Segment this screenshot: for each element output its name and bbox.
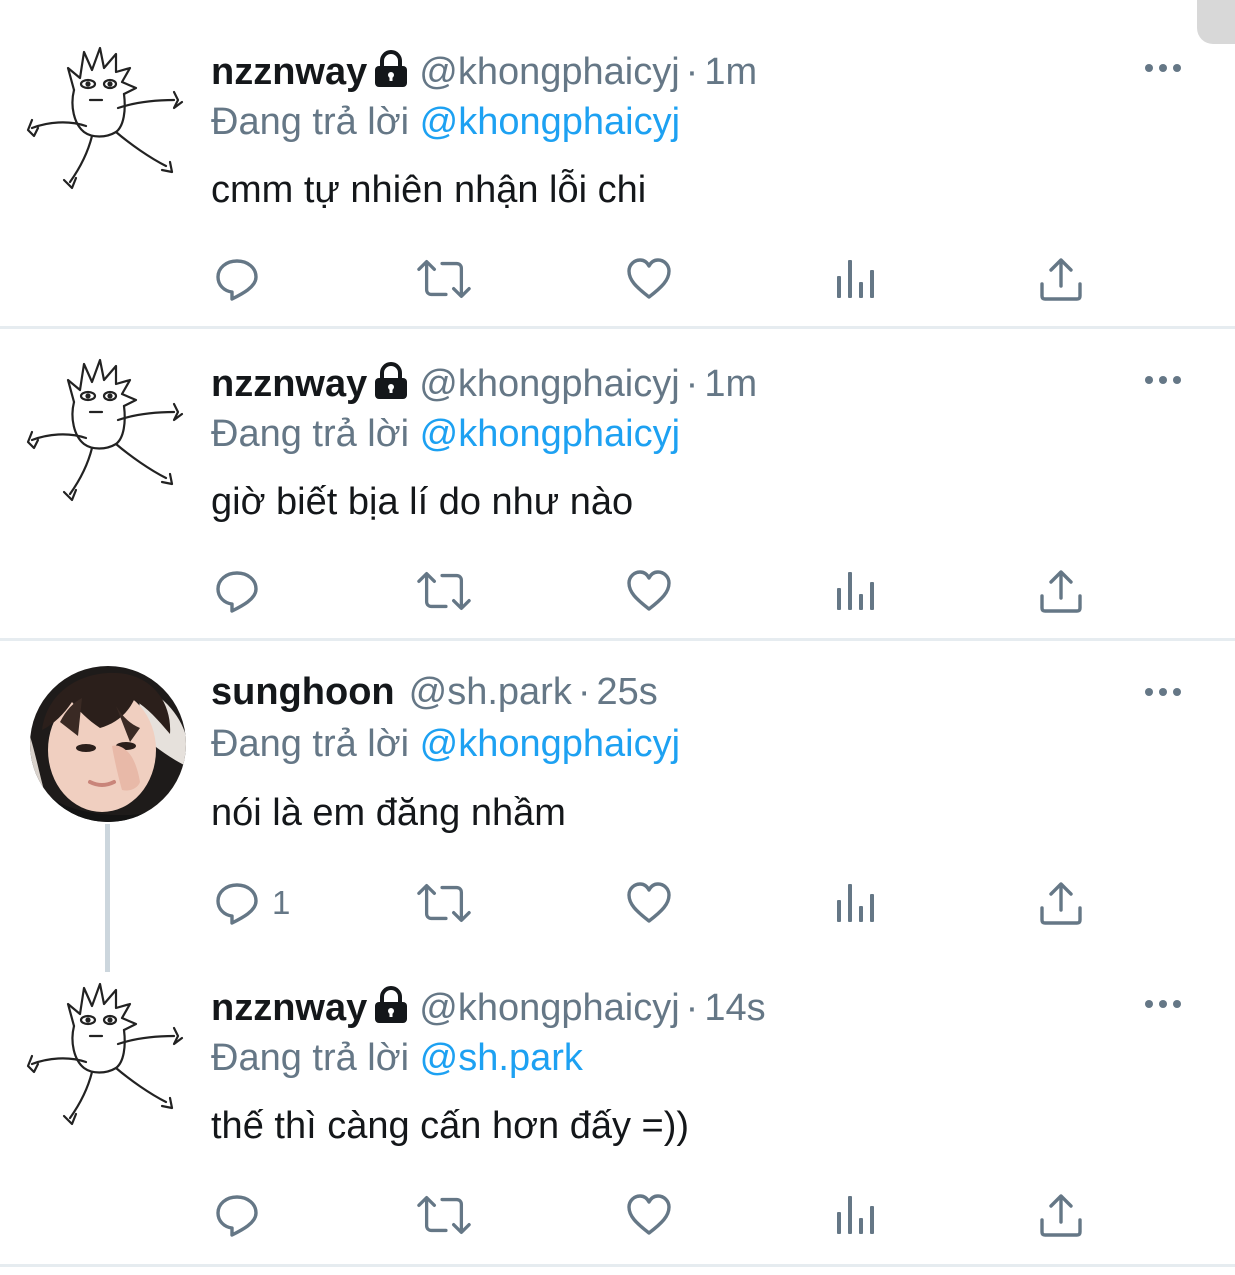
user-handle[interactable]: @khongphaicyj bbox=[419, 51, 679, 93]
mention-link[interactable]: @sh.park bbox=[420, 1037, 583, 1079]
display-name[interactable]: sunghoon bbox=[211, 671, 395, 713]
reply-button[interactable]: 1 bbox=[214, 878, 290, 928]
lock-icon bbox=[373, 50, 409, 100]
avatar-doodle[interactable] bbox=[26, 352, 186, 512]
avatar-doodle[interactable] bbox=[26, 40, 186, 200]
share-button[interactable] bbox=[1038, 566, 1084, 616]
analytics-icon bbox=[837, 884, 874, 922]
action-bar bbox=[0, 566, 1235, 616]
reply-icon bbox=[216, 259, 258, 301]
separator-dot: · bbox=[685, 363, 699, 405]
timestamp[interactable]: 1m bbox=[704, 51, 757, 93]
like-icon bbox=[627, 1194, 671, 1235]
retweet-button[interactable] bbox=[416, 254, 472, 304]
reply-button[interactable] bbox=[214, 1190, 272, 1240]
analytics-button[interactable] bbox=[834, 1190, 880, 1240]
analytics-icon bbox=[837, 260, 874, 298]
action-bar: 1 bbox=[0, 878, 1235, 928]
tweet[interactable]: nzznway @khongphaicyj · 1m Đang trả lời @kh… bbox=[0, 328, 1235, 638]
tweet-header: sunghoon @sh.park · 25s bbox=[211, 668, 658, 716]
tweet-text: giờ biết bịa lí do như nào bbox=[211, 481, 634, 523]
share-icon bbox=[1040, 258, 1082, 301]
share-button[interactable] bbox=[1038, 878, 1084, 928]
share-button[interactable] bbox=[1038, 254, 1084, 304]
retweet-icon bbox=[417, 571, 471, 611]
timestamp[interactable]: 1m bbox=[704, 363, 757, 405]
action-bar bbox=[0, 1190, 1235, 1240]
more-icon[interactable] bbox=[1143, 994, 1183, 1014]
retweet-button[interactable] bbox=[416, 878, 472, 928]
lock-icon bbox=[373, 362, 409, 412]
like-button[interactable] bbox=[626, 1190, 672, 1240]
replying-label: Đang trả lời bbox=[211, 723, 410, 765]
mention-link[interactable]: @khongphaicyj bbox=[420, 413, 680, 455]
like-icon bbox=[627, 570, 671, 611]
replying-to: Đang trả lời @khongphaicyj bbox=[211, 410, 680, 458]
replying-label: Đang trả lời bbox=[211, 1037, 410, 1079]
thread-connector bbox=[105, 824, 110, 972]
replying-label: Đang trả lời bbox=[211, 101, 410, 143]
replying-to: Đang trả lời @khongphaicyj bbox=[211, 98, 680, 146]
reply-button[interactable] bbox=[214, 566, 272, 616]
share-icon bbox=[1040, 1194, 1082, 1237]
replying-to: Đang trả lời @khongphaicyj bbox=[211, 720, 680, 768]
reply-icon bbox=[216, 1195, 258, 1237]
tweet-text: nói là em đăng nhầm bbox=[211, 792, 566, 834]
more-icon[interactable] bbox=[1143, 370, 1183, 390]
tweet-header: nzznway @khongphaicyj · 1m bbox=[211, 360, 757, 412]
analytics-icon bbox=[837, 572, 874, 610]
like-icon bbox=[627, 258, 671, 299]
tweet-header: nzznway @khongphaicyj · 1m bbox=[211, 48, 757, 100]
timestamp[interactable]: 25s bbox=[596, 671, 657, 713]
analytics-button[interactable] bbox=[834, 878, 880, 928]
analytics-button[interactable] bbox=[834, 254, 880, 304]
user-handle[interactable]: @khongphaicyj bbox=[419, 363, 679, 405]
replying-label: Đang trả lời bbox=[211, 413, 410, 455]
like-icon bbox=[627, 882, 671, 923]
analytics-icon bbox=[837, 1196, 874, 1234]
display-name[interactable]: nzznway bbox=[211, 363, 367, 405]
share-icon bbox=[1040, 570, 1082, 613]
reply-count: 1 bbox=[272, 884, 291, 921]
display-name[interactable]: nzznway bbox=[211, 987, 367, 1029]
tweet[interactable]: nzznway @khongphaicyj · 1m Đang trả lời @kh… bbox=[0, 0, 1235, 326]
like-button[interactable] bbox=[626, 254, 672, 304]
user-handle[interactable]: @khongphaicyj bbox=[419, 987, 679, 1029]
action-bar bbox=[0, 254, 1235, 304]
timestamp[interactable]: 14s bbox=[704, 987, 765, 1029]
retweet-button[interactable] bbox=[416, 566, 472, 616]
retweet-icon bbox=[417, 259, 471, 299]
mention-link[interactable]: @khongphaicyj bbox=[420, 101, 680, 143]
tweet-text: thế thì càng cấn hơn đấy =)) bbox=[211, 1105, 690, 1147]
mention-link[interactable]: @khongphaicyj bbox=[420, 723, 680, 765]
reply-icon bbox=[216, 571, 258, 613]
like-button[interactable] bbox=[626, 566, 672, 616]
separator-dot: · bbox=[685, 987, 699, 1029]
tweet-text: cmm tự nhiên nhận lỗi chi bbox=[211, 169, 647, 211]
retweet-icon bbox=[417, 883, 471, 923]
separator-dot: · bbox=[577, 671, 591, 713]
user-handle[interactable]: @sh.park bbox=[409, 671, 572, 713]
like-button[interactable] bbox=[626, 878, 672, 928]
share-icon bbox=[1040, 882, 1082, 925]
display-name[interactable]: nzznway bbox=[211, 51, 367, 93]
tweet[interactable]: sunghoon @sh.park · 25s Đang trả lời @khong… bbox=[0, 640, 1235, 952]
reply-icon bbox=[216, 883, 258, 925]
replying-to: Đang trả lời @sh.park bbox=[211, 1034, 583, 1082]
divider bbox=[0, 1264, 1235, 1267]
avatar-doodle[interactable] bbox=[26, 976, 186, 1136]
more-icon[interactable] bbox=[1143, 682, 1183, 702]
share-button[interactable] bbox=[1038, 1190, 1084, 1240]
more-icon[interactable] bbox=[1143, 58, 1183, 78]
reply-button[interactable] bbox=[214, 254, 272, 304]
avatar-photo[interactable] bbox=[30, 666, 186, 822]
retweet-button[interactable] bbox=[416, 1190, 472, 1240]
separator-dot: · bbox=[685, 51, 699, 93]
lock-icon bbox=[373, 986, 409, 1036]
analytics-button[interactable] bbox=[834, 566, 880, 616]
tweet[interactable]: nzznway @khongphaicyj · 14s Đang trả lời @s… bbox=[0, 952, 1235, 1264]
retweet-icon bbox=[417, 1195, 471, 1235]
tweet-header: nzznway @khongphaicyj · 14s bbox=[211, 984, 766, 1036]
